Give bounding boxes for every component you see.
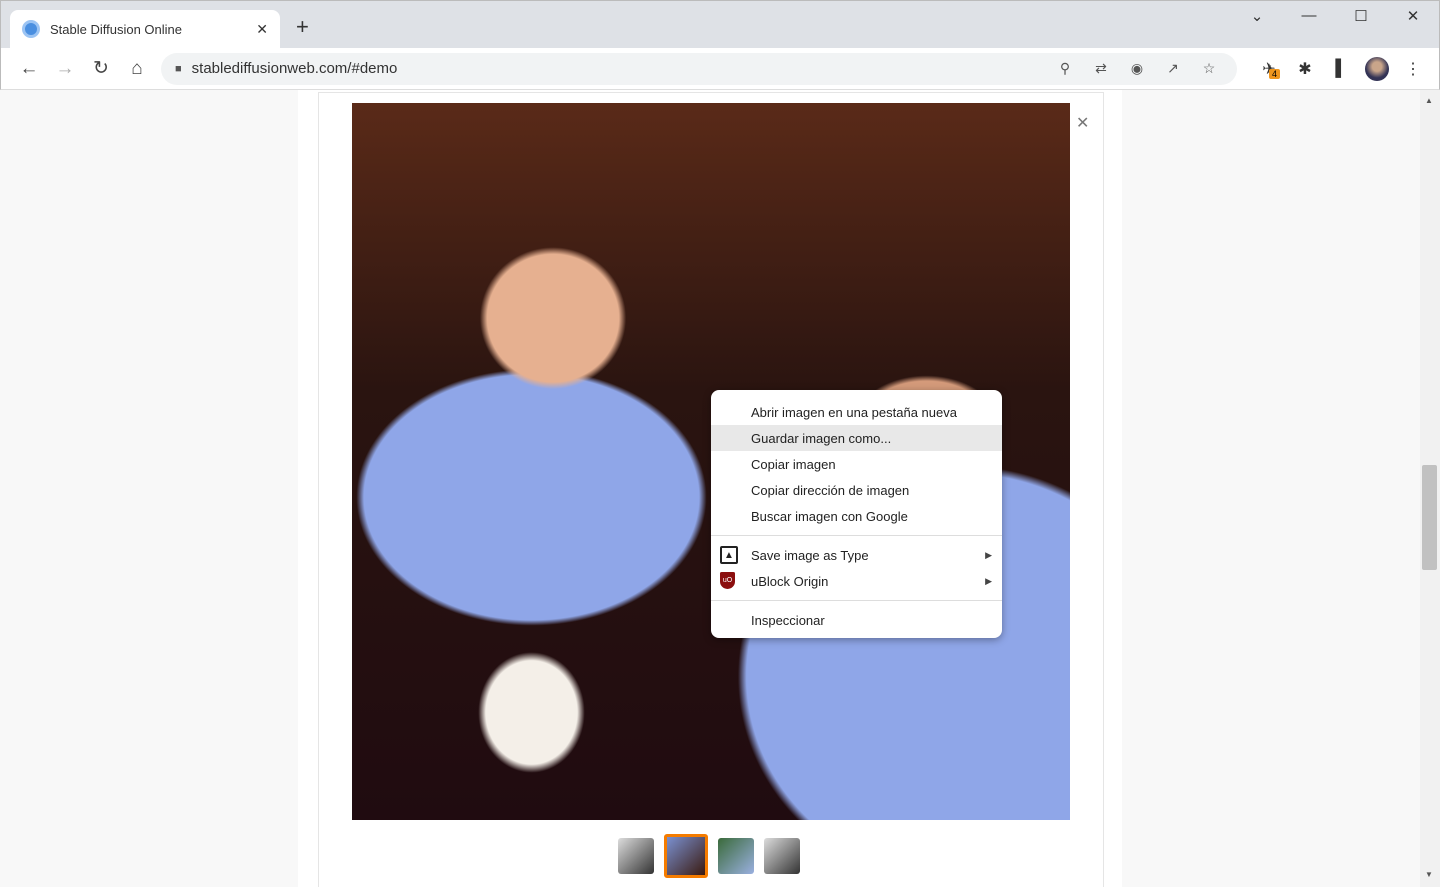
extension-badger-icon[interactable]: ✈4 — [1251, 59, 1287, 79]
home-icon[interactable]: ⌂ — [119, 58, 155, 80]
menu-item-copy-image[interactable]: Copiar imagen — [711, 451, 1002, 477]
share-icon[interactable]: ↗ — [1155, 60, 1191, 77]
thumbnail[interactable] — [618, 838, 654, 874]
menu-item-label: Guardar imagen como... — [751, 430, 892, 446]
thumbnail[interactable] — [718, 838, 754, 874]
scrollbar-thumb[interactable] — [1422, 465, 1437, 570]
extension-badge: 4 — [1269, 68, 1281, 79]
search-icon[interactable]: ⚲ — [1047, 60, 1083, 77]
minimize-button[interactable]: — — [1283, 7, 1335, 25]
url-text[interactable]: stablediffusionweb.com/#demo — [192, 60, 1047, 77]
new-tab-button[interactable]: + — [296, 14, 309, 40]
lock-icon[interactable]: ■ — [175, 63, 182, 75]
close-window-button[interactable]: ✕ — [1387, 7, 1439, 25]
menu-item-label: Copiar imagen — [751, 456, 836, 472]
thumbnail[interactable] — [764, 838, 800, 874]
menu-divider — [711, 600, 1002, 601]
back-icon[interactable]: ← — [11, 58, 47, 80]
image-icon: ▲ — [720, 546, 738, 564]
scroll-up-icon[interactable]: ▲ — [1425, 96, 1433, 105]
close-icon[interactable]: ✕ — [1076, 113, 1089, 133]
tab-close-icon[interactable]: ✕ — [256, 21, 268, 38]
menu-item-label: Inspeccionar — [751, 612, 825, 628]
menu-item-save-image-as[interactable]: Guardar imagen como... — [711, 425, 1002, 451]
scroll-down-icon[interactable]: ▼ — [1425, 870, 1433, 879]
menu-divider — [711, 535, 1002, 536]
menu-item-search-image-google[interactable]: Buscar imagen con Google — [711, 503, 1002, 529]
context-menu: Abrir imagen en una pestaña nueva Guarda… — [711, 390, 1002, 638]
menu-item-ublock-origin[interactable]: uO uBlock Origin ▶ — [711, 568, 1002, 594]
menu-item-inspect[interactable]: Inspeccionar — [711, 607, 1002, 633]
thumbnail-strip — [618, 834, 818, 878]
browser-tab[interactable]: Stable Diffusion Online ✕ — [10, 10, 280, 48]
address-bar[interactable]: ■ stablediffusionweb.com/#demo ⚲ ⇄ ◉ ↗ ☆ — [161, 52, 1237, 85]
menu-item-label: Buscar imagen con Google — [751, 508, 908, 524]
tab-strip: Stable Diffusion Online ✕ + ⌄ — ☐ ✕ — [0, 0, 1440, 48]
menu-item-label: Copiar dirección de imagen — [751, 482, 910, 498]
tab-search-icon[interactable]: ⌄ — [1231, 7, 1283, 25]
stable-diffusion-icon — [22, 20, 40, 38]
browser-window: Stable Diffusion Online ✕ + ⌄ — ☐ ✕ ← → … — [0, 0, 1440, 887]
menu-item-save-image-as-type[interactable]: ▲ Save image as Type ▶ — [711, 542, 1002, 568]
maximize-button[interactable]: ☐ — [1335, 7, 1387, 25]
menu-item-label: uBlock Origin — [751, 573, 829, 589]
more-menu-icon[interactable]: ⋮ — [1395, 59, 1431, 79]
browser-toolbar: ← → ↻ ⌂ ■ stablediffusionweb.com/#demo ⚲… — [0, 48, 1440, 90]
forward-icon[interactable]: → — [47, 58, 83, 80]
menu-item-copy-image-address[interactable]: Copiar dirección de imagen — [711, 477, 1002, 503]
menu-item-label: Save image as Type — [751, 547, 869, 563]
puzzle-icon[interactable]: ✱ — [1287, 59, 1323, 79]
thumbnail-selected[interactable] — [664, 834, 708, 878]
translate-icon[interactable]: ⇄ — [1083, 60, 1119, 77]
avatar[interactable] — [1365, 56, 1389, 81]
star-icon[interactable]: ☆ — [1191, 60, 1227, 77]
submenu-arrow-icon: ▶ — [985, 549, 992, 560]
menu-item-open-image-new-tab[interactable]: Abrir imagen en una pestaña nueva — [711, 399, 1002, 425]
window-controls: ⌄ — ☐ ✕ — [1231, 7, 1439, 25]
menu-item-label: Abrir imagen en una pestaña nueva — [751, 404, 957, 420]
tab-title: Stable Diffusion Online — [50, 21, 183, 37]
reload-icon[interactable]: ↻ — [83, 57, 119, 80]
eye-off-icon[interactable]: ◉ — [1119, 60, 1155, 77]
side-panel-icon[interactable]: ▌ — [1323, 60, 1359, 78]
submenu-arrow-icon: ▶ — [985, 575, 992, 586]
ublock-icon: uO — [720, 572, 735, 589]
